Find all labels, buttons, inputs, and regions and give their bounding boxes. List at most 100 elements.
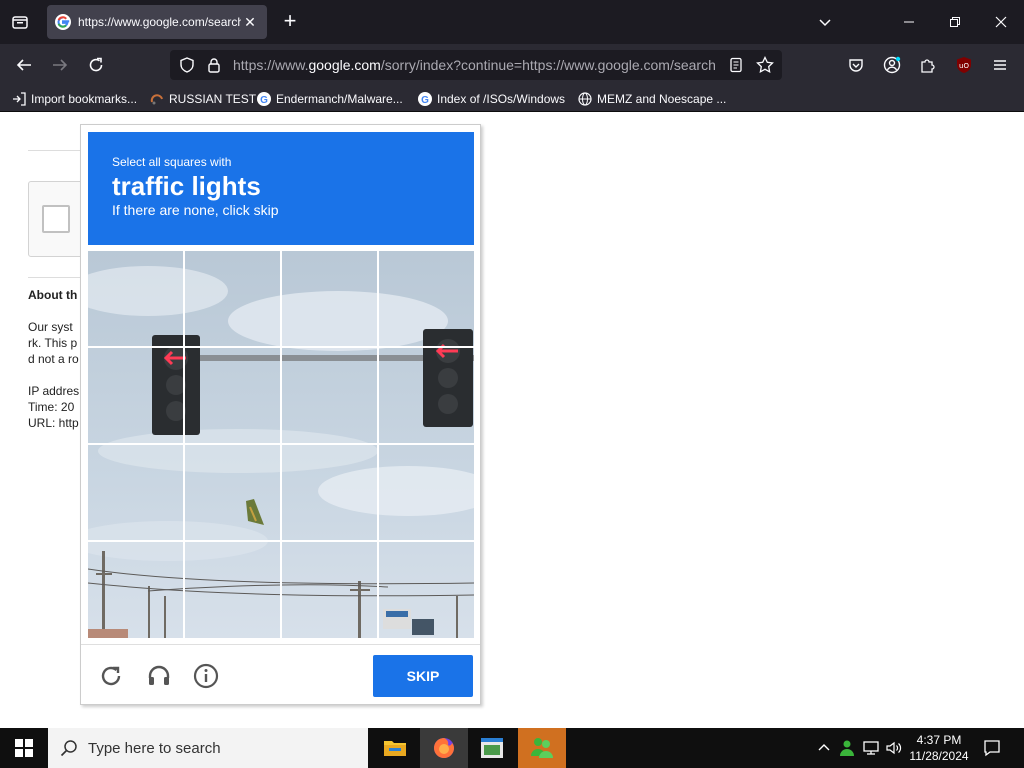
skip-button[interactable]: SKIP [373,655,473,697]
windows-taskbar: Type here to search 4:37 PM 11/28/2024 [0,728,1024,768]
grid-divider [88,540,474,542]
captcha-tile[interactable] [282,251,377,346]
tray-messenger[interactable] [837,738,857,758]
shield-icon[interactable] [179,57,195,73]
url-prefix: https://www. [233,57,309,73]
url-text[interactable]: https://www.google.com/sorry/index?conti… [233,57,718,73]
taskbar-app[interactable] [468,728,516,768]
extensions-button[interactable] [916,53,940,77]
account-icon [883,56,901,74]
notifications-button[interactable] [982,738,1002,758]
google-favicon-icon: G [257,92,271,106]
hamburger-menu-icon [994,60,1006,70]
google-favicon-icon: G [418,92,432,106]
address-bar[interactable]: https://www.google.com/sorry/index?conti… [170,50,782,80]
tab-list-button[interactable] [8,10,32,34]
minimize-button[interactable] [897,10,921,34]
chevron-down-icon [819,19,831,27]
taskbar-search[interactable]: Type here to search [48,728,368,768]
close-window-button[interactable] [989,10,1013,34]
reload-button[interactable] [84,53,108,77]
divider [28,277,88,278]
bookmark-endermanch[interactable]: G Endermanch/Malware... [257,90,403,108]
back-button[interactable] [12,53,36,77]
captcha-tile[interactable] [185,251,280,346]
bookmark-russian-test[interactable]: RUSSIAN TEST [150,90,256,108]
tray-network[interactable] [861,738,881,758]
reload-icon [101,666,121,686]
bookmarks-toolbar: Import bookmarks... RUSSIAN TEST G Ender… [0,86,1024,112]
captcha-tile[interactable] [88,542,183,637]
captcha-tile[interactable] [379,445,474,540]
captcha-tile[interactable] [282,348,377,443]
recaptcha-checkbox[interactable] [42,205,70,233]
captcha-tile[interactable] [88,445,183,540]
import-icon [12,92,26,106]
windows-logo-icon [15,739,33,757]
reader-view-icon[interactable] [728,57,744,73]
captcha-tile[interactable] [379,348,474,443]
forward-button[interactable] [48,53,72,77]
captcha-tile[interactable] [185,348,280,443]
bookmark-label: Import bookmarks... [31,92,138,106]
paragraph-line: Our syst [28,320,73,334]
grid-divider [88,346,474,348]
restore-button[interactable] [943,10,967,34]
captcha-tile[interactable] [185,445,280,540]
tray-volume[interactable] [884,738,904,758]
bookmark-star-icon[interactable] [756,56,774,74]
taskbar-file-explorer[interactable] [371,728,419,768]
show-hidden-icons-button[interactable] [814,738,834,758]
ip-address-line: IP addres [28,384,80,398]
captcha-tile[interactable] [379,542,474,637]
bookmark-isos[interactable]: G Index of /ISOs/Windows [418,90,565,108]
menu-button[interactable] [988,53,1012,77]
info-icon [193,663,219,689]
site-favicon-icon [150,92,164,106]
captcha-image-grid [88,251,474,638]
browser-tab-bar: https://www.google.com/search ✕ + [0,0,1024,44]
captcha-tile[interactable] [282,542,377,637]
captcha-tile[interactable] [282,445,377,540]
window-app-icon [481,738,503,758]
lock-icon[interactable] [206,57,222,73]
url-host: google.com [308,57,381,73]
recaptcha-anchor [28,181,88,257]
taskbar-clock[interactable]: 4:37 PM 11/28/2024 [906,732,972,764]
new-tab-button[interactable]: + [278,10,302,34]
pocket-button[interactable] [844,53,868,77]
restore-icon [950,17,960,27]
pocket-icon [849,59,863,72]
list-all-tabs-button[interactable] [813,10,837,34]
tab-close-icon[interactable]: ✕ [241,14,259,31]
start-button[interactable] [0,728,48,768]
audio-icon [148,665,170,685]
taskbar-messenger[interactable] [518,728,566,768]
svg-text:G: G [421,95,429,106]
clock-date: 11/28/2024 [909,749,969,763]
folder-icon [384,741,406,756]
grid-divider [88,443,474,445]
captcha-tile[interactable] [185,542,280,637]
bookmark-memz[interactable]: MEMZ and Noescape ... [578,90,726,108]
svg-text:uO: uO [959,62,969,70]
about-heading: About th [28,288,78,302]
captcha-tile[interactable] [379,251,474,346]
url-rest: /sorry/index?continue=https://www.google… [380,57,716,73]
taskbar-firefox[interactable] [420,728,468,768]
bookmark-import[interactable]: Import bookmarks... [12,90,137,108]
captcha-tile[interactable] [88,348,183,443]
captcha-challenge-dialog: Select all squares with traffic lights I… [80,124,481,705]
account-button[interactable] [880,53,904,77]
network-icon [863,741,879,755]
audio-challenge-button[interactable] [146,663,172,689]
search-placeholder: Type here to search [88,739,221,757]
ublock-button[interactable]: uO [952,53,976,77]
target-object-text: traffic lights [112,171,261,201]
help-button[interactable] [193,663,219,689]
time-line: Time: 20 [28,400,75,414]
bookmark-label: MEMZ and Noescape ... [597,92,727,106]
reload-challenge-button[interactable] [98,663,124,689]
browser-tab[interactable]: https://www.google.com/search ✕ [47,5,267,39]
captcha-tile[interactable] [88,251,183,346]
